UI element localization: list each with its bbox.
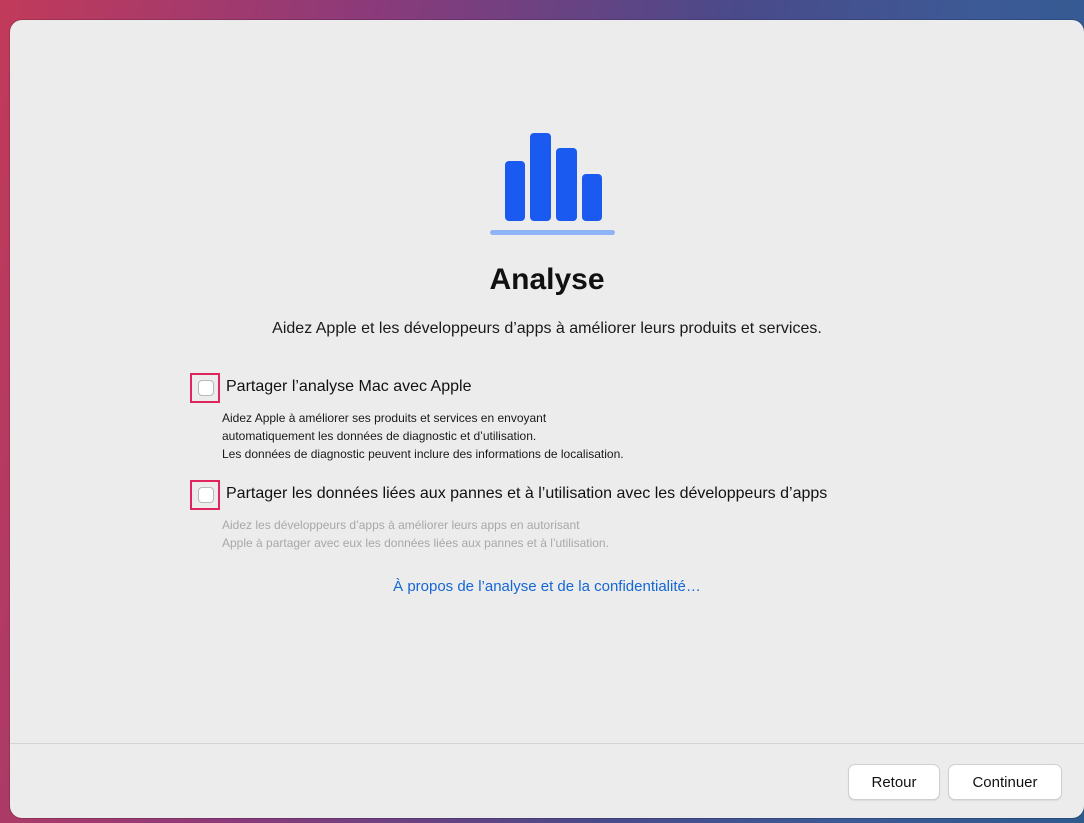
checkbox-highlight	[190, 373, 220, 403]
chart-bar-2	[530, 133, 551, 221]
chart-baseline	[490, 230, 615, 235]
footer-divider	[10, 743, 1084, 744]
share-mac-analytics-checkbox[interactable]	[198, 380, 214, 396]
chart-bar-4	[582, 174, 602, 221]
page-title: Analyse	[489, 263, 605, 296]
share-mac-analytics-description: Aidez Apple à améliorer ses produits et …	[222, 409, 624, 463]
chart-bar-1	[505, 161, 525, 221]
page-subtitle: Aidez Apple et les développeurs d’apps à…	[272, 320, 822, 337]
description-line: automatiquement les données de diagnosti…	[222, 429, 537, 443]
share-mac-analytics-label[interactable]: Partager l’analyse Mac avec Apple	[226, 378, 471, 396]
chart-bar-3	[556, 148, 577, 221]
checkbox-highlight	[190, 480, 220, 510]
description-line: Aidez les développeurs d’apps à améliore…	[222, 518, 580, 532]
setup-window: Analyse Aidez Apple et les développeurs …	[10, 20, 1084, 818]
description-line: Aidez Apple à améliorer ses produits et …	[222, 411, 547, 425]
back-button[interactable]: Retour	[848, 764, 940, 800]
continue-button[interactable]: Continuer	[948, 764, 1062, 800]
analytics-bar-chart-icon	[490, 125, 620, 235]
share-with-developers-checkbox[interactable]	[198, 487, 214, 503]
about-analytics-privacy-link[interactable]: À propos de l’analyse et de la confident…	[10, 578, 1084, 595]
description-line: Apple à partager avec eux les données li…	[222, 536, 609, 550]
share-with-developers-description: Aidez les développeurs d’apps à améliore…	[222, 516, 609, 552]
share-with-developers-label[interactable]: Partager les données liées aux pannes et…	[226, 485, 827, 503]
description-line: Les données de diagnostic peuvent inclur…	[222, 447, 624, 461]
